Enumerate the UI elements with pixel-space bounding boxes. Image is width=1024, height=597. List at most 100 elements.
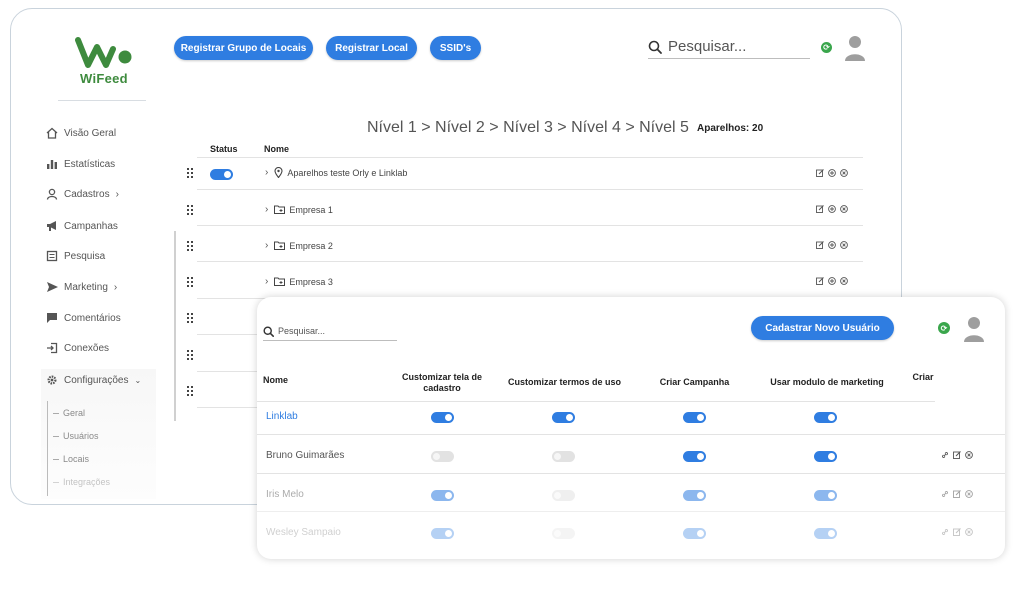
remove-circle-icon[interactable] — [840, 241, 848, 249]
drag-handle-icon[interactable] — [187, 313, 195, 323]
perm-toggle-create-campaign[interactable] — [683, 451, 706, 462]
submenu-item-general[interactable]: Geral — [53, 408, 85, 418]
remove-circle-icon[interactable] — [840, 169, 848, 177]
perm-toggle-customize-screen[interactable] — [431, 451, 454, 462]
column-header-customize-terms: Customizar termos de uso — [507, 377, 622, 387]
column-header-create-campaign: Criar Campanha — [659, 377, 730, 387]
toggle-knob — [445, 414, 452, 421]
perm-toggle-customize-screen[interactable] — [431, 528, 454, 539]
sidebar-item-connections[interactable]: Conexões — [45, 341, 109, 355]
drag-handle-icon[interactable] — [187, 350, 195, 360]
status-toggle[interactable] — [210, 169, 233, 180]
drag-handle-icon[interactable] — [187, 205, 195, 215]
avatar[interactable] — [963, 316, 985, 347]
perm-toggle-marketing-module[interactable] — [814, 490, 837, 501]
register-location-button[interactable]: Registrar Local — [326, 36, 417, 60]
perm-toggle-marketing-module[interactable] — [814, 528, 837, 539]
drag-handle-icon[interactable] — [187, 277, 195, 287]
perm-toggle-marketing-module[interactable] — [814, 412, 837, 423]
remove-circle-icon[interactable] — [965, 451, 973, 459]
drag-handle-icon[interactable] — [187, 168, 195, 178]
edit-icon[interactable] — [816, 277, 824, 285]
user-row-faded: Wesley Sampaio — [257, 512, 1005, 552]
location-name: Aparelhos teste Orly e Linklab — [287, 167, 408, 178]
remove-circle-icon[interactable] — [840, 277, 848, 285]
column-header-status: Status — [210, 144, 238, 154]
add-user-button[interactable]: Cadastrar Novo Usuário — [751, 316, 894, 340]
edit-icon[interactable] — [953, 451, 961, 459]
home-icon — [45, 126, 59, 140]
chevron-right-icon: › — [265, 240, 269, 251]
chevron-right-icon: › — [265, 276, 269, 287]
users-search-input[interactable]: Pesquisar... — [263, 322, 397, 341]
sidebar-item-marketing[interactable]: Marketing › — [45, 280, 117, 294]
sidebar-item-settings[interactable]: Configurações ⌄ — [45, 373, 141, 387]
location-row-3[interactable]: › Empresa 2 — [265, 240, 333, 251]
remove-circle-icon[interactable] — [840, 205, 848, 213]
add-circle-icon[interactable] — [828, 205, 836, 213]
sidebar-item-survey[interactable]: Pesquisa — [45, 249, 105, 263]
ssids-button[interactable]: SSID's — [430, 36, 481, 60]
chevron-right-icon: › — [265, 167, 269, 178]
search-input[interactable]: Pesquisar... — [648, 35, 810, 59]
refresh-icon[interactable]: ⟳ — [821, 42, 832, 53]
perm-toggle-customize-terms[interactable] — [552, 412, 575, 423]
edit-icon[interactable] — [816, 169, 824, 177]
breadcrumb: Nível 1 > Nível 2 > Nível 3 > Nível 4 > … — [367, 119, 689, 136]
refresh-icon[interactable]: ⟳ — [938, 322, 950, 334]
drag-handle-icon[interactable] — [187, 241, 195, 251]
submenu-item-users[interactable]: Usuários — [53, 431, 99, 441]
search-icon — [648, 40, 662, 54]
sidebar-item-campaigns[interactable]: Campanhas — [45, 219, 118, 233]
perm-toggle-customize-terms[interactable] — [552, 490, 575, 501]
perm-toggle-customize-screen[interactable] — [431, 490, 454, 501]
toggle-knob — [828, 492, 835, 499]
header-divider — [257, 401, 935, 402]
add-circle-icon[interactable] — [828, 169, 836, 177]
remove-circle-icon[interactable] — [965, 490, 973, 498]
user-name-link[interactable]: Linklab — [266, 411, 298, 422]
submenu-dash — [53, 412, 59, 414]
submenu-item-locations[interactable]: Locais — [53, 454, 89, 464]
link-icon[interactable] — [941, 451, 949, 459]
perm-toggle-customize-terms[interactable] — [552, 451, 575, 462]
sidebar-item-comments[interactable]: Comentários — [45, 311, 121, 325]
sidebar-item-registrations[interactable]: Cadastros › — [45, 187, 119, 201]
submenu-label: Integrações — [63, 477, 111, 487]
link-icon[interactable] — [941, 528, 949, 536]
edit-icon[interactable] — [816, 241, 824, 249]
location-row-2[interactable]: › Empresa 1 — [265, 204, 333, 215]
perm-toggle-marketing-module[interactable] — [814, 451, 837, 462]
edit-icon[interactable] — [816, 205, 824, 213]
toggle-knob — [828, 530, 835, 537]
submenu-item-integrations[interactable]: Integrações — [53, 477, 110, 487]
perm-toggle-create-campaign[interactable] — [683, 412, 706, 423]
location-name: Empresa 1 — [289, 204, 333, 215]
add-circle-icon[interactable] — [828, 277, 836, 285]
scrollbar[interactable] — [174, 231, 176, 421]
avatar[interactable] — [844, 35, 866, 66]
sidebar-item-statistics[interactable]: Estatísticas — [45, 157, 115, 171]
location-row-1[interactable]: › Aparelhos teste Orly e Linklab — [265, 167, 407, 178]
toggle-knob — [697, 453, 704, 460]
drag-handle-icon[interactable] — [187, 386, 195, 396]
perm-toggle-create-campaign[interactable] — [683, 490, 706, 501]
link-icon[interactable] — [941, 490, 949, 498]
perm-toggle-create-campaign[interactable] — [683, 528, 706, 539]
remove-circle-icon[interactable] — [965, 528, 973, 536]
submenu-label: Geral — [63, 408, 86, 418]
edit-icon[interactable] — [953, 528, 961, 536]
user-avatar-icon — [964, 317, 984, 342]
location-row-4[interactable]: › Empresa 3 — [265, 276, 333, 287]
register-location-group-button[interactable]: Registrar Grupo de Locais — [174, 36, 313, 60]
column-header-marketing-module: Usar modulo de marketing — [770, 377, 884, 387]
login-icon — [45, 341, 59, 355]
perm-toggle-customize-screen[interactable] — [431, 412, 454, 423]
sidebar-item-overview[interactable]: Visão Geral — [45, 126, 116, 140]
add-circle-icon[interactable] — [828, 241, 836, 249]
row-actions — [816, 169, 848, 177]
sidebar-item-label: Visão Geral — [64, 127, 117, 139]
perm-toggle-customize-terms[interactable] — [552, 528, 575, 539]
toggle-knob — [445, 530, 452, 537]
edit-icon[interactable] — [953, 490, 961, 498]
